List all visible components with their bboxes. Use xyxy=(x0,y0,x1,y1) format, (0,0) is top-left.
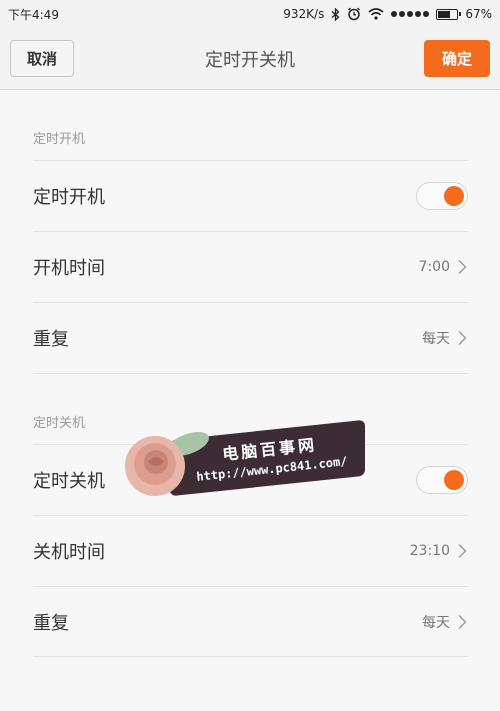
row-label: 关机时间 xyxy=(33,541,105,563)
row-label: 重复 xyxy=(33,328,69,350)
row-label: 定时关机 xyxy=(33,470,105,492)
power-on-repeat-value: 每天 xyxy=(422,330,450,347)
row-label: 重复 xyxy=(33,612,69,634)
confirm-button[interactable]: 确定 xyxy=(424,40,490,77)
row-power-off-repeat[interactable]: 重复 每天 xyxy=(33,586,468,656)
rose-icon xyxy=(125,431,209,496)
row-label: 定时开机 xyxy=(33,186,105,208)
network-speed: 932K/s xyxy=(283,7,325,21)
divider xyxy=(33,373,468,374)
row-power-on-repeat[interactable]: 重复 每天 xyxy=(33,302,468,372)
section-label-power-off: 定时关机 xyxy=(33,416,86,431)
power-on-toggle[interactable] xyxy=(416,181,468,210)
row-power-on-toggle[interactable]: 定时开机 xyxy=(33,160,468,230)
section-label-power-on: 定时开机 xyxy=(33,132,86,147)
watermark: 电脑百事网 http://www.pc841.com/ xyxy=(110,412,370,512)
battery-percent: 67% xyxy=(465,7,492,21)
chevron-right-icon xyxy=(458,330,467,345)
chevron-right-icon xyxy=(458,614,467,629)
wifi-icon xyxy=(368,8,384,20)
power-off-repeat-value: 每天 xyxy=(422,614,450,631)
status-bar: 下午4:49 932K/s 67% xyxy=(0,0,500,28)
header-bar: 取消 定时开关机 确定 xyxy=(0,28,500,90)
status-time: 下午4:49 xyxy=(8,7,59,22)
power-on-time-value: 7:00 xyxy=(418,258,450,275)
bluetooth-icon xyxy=(331,7,340,21)
divider xyxy=(33,656,468,657)
alarm-icon xyxy=(348,7,361,21)
power-off-time-value: 23:10 xyxy=(409,542,450,559)
row-power-off-time[interactable]: 关机时间 23:10 xyxy=(33,515,468,585)
chevron-right-icon xyxy=(458,543,467,558)
status-icons: 932K/s 67% xyxy=(283,7,492,21)
power-off-toggle[interactable] xyxy=(416,465,468,494)
chevron-right-icon xyxy=(458,259,467,274)
signal-strength-icon xyxy=(391,11,430,17)
row-label: 开机时间 xyxy=(33,257,105,279)
battery-icon xyxy=(436,8,462,20)
row-power-on-time[interactable]: 开机时间 7:00 xyxy=(33,231,468,301)
